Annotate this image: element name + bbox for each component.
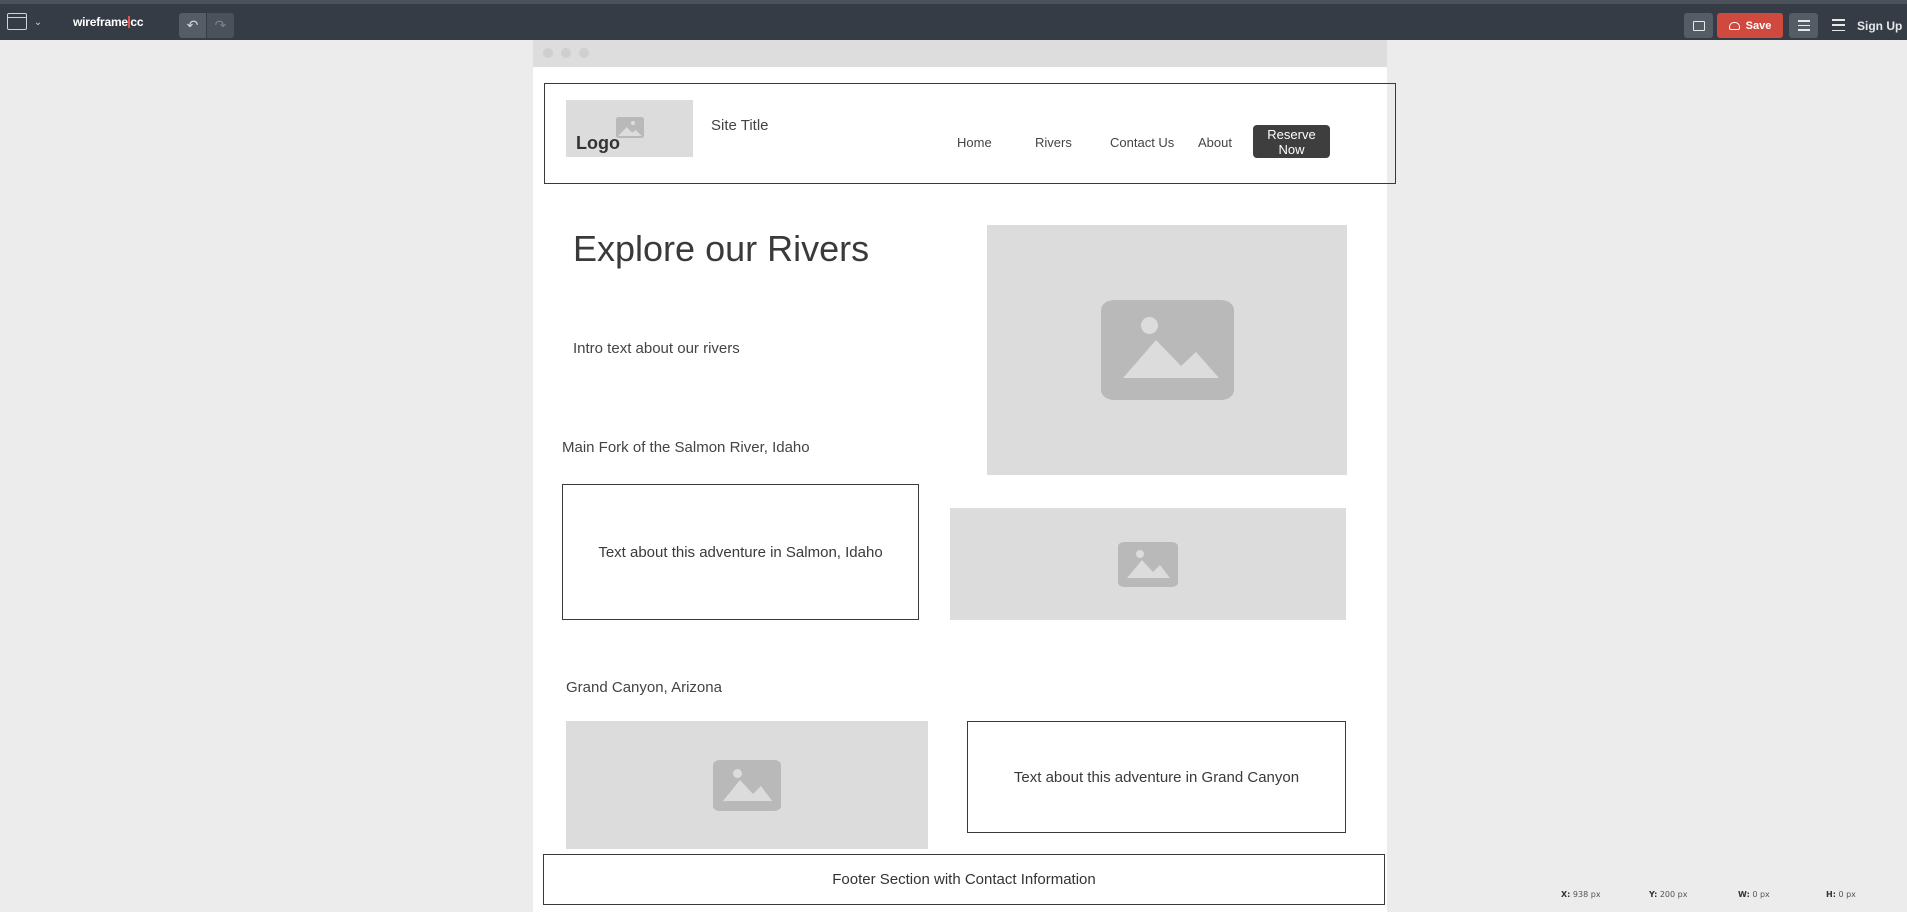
status-x: X: 938 px <box>1561 890 1601 899</box>
hero-image-placeholder[interactable] <box>987 225 1347 475</box>
status-h: H: 0 px <box>1826 890 1856 899</box>
top-toolbar: ⌄ wireframe cc ↶ ↷ Save Sign Up <box>0 0 1907 40</box>
image-placeholder-grand-canyon[interactable] <box>566 721 928 849</box>
cloud-upload-icon <box>1728 21 1740 30</box>
card-text-grand-canyon: Text about this adventure in Grand Canyo… <box>1013 768 1300 786</box>
nav-link-home[interactable]: Home <box>957 135 992 150</box>
reserve-now-button[interactable]: Reserve Now <box>1253 125 1330 158</box>
comment-button[interactable] <box>1684 13 1713 38</box>
section-title-grand-canyon[interactable]: Grand Canyon, Arizona <box>566 679 722 696</box>
undo-icon: ↶ <box>186 17 199 33</box>
window-dot <box>543 48 553 58</box>
browser-titlebar <box>533 40 1387 67</box>
hero-title[interactable]: Explore our Rivers <box>573 228 869 270</box>
image-icon <box>1118 541 1178 587</box>
status-y: Y: 200 px <box>1649 890 1688 899</box>
sign-up-link[interactable]: Sign Up <box>1857 19 1902 33</box>
hero-intro-text[interactable]: Intro text about our rivers <box>573 340 740 357</box>
card-text-salmon: Text about this adventure in Salmon, Ida… <box>598 543 883 561</box>
redo-button[interactable]: ↷ <box>207 13 234 38</box>
brand-logo: wireframe cc <box>73 15 144 29</box>
site-footer[interactable]: Footer Section with Contact Information <box>543 854 1385 905</box>
settings-button[interactable] <box>1789 13 1818 38</box>
text-card-salmon[interactable]: Text about this adventure in Salmon, Ida… <box>562 484 919 620</box>
window-dot <box>579 48 589 58</box>
nav-link-about[interactable]: About <box>1198 135 1232 150</box>
image-icon <box>1100 300 1234 400</box>
site-title: Site Title <box>711 117 769 134</box>
save-label: Save <box>1745 19 1772 32</box>
nav-link-rivers[interactable]: Rivers <box>1035 135 1072 150</box>
brand-left: wireframe <box>73 15 128 29</box>
window-dot <box>561 48 571 58</box>
image-icon <box>713 759 781 811</box>
redo-icon: ↷ <box>214 17 227 33</box>
reserve-now-label: Reserve Now <box>1267 126 1316 157</box>
window-icon[interactable] <box>7 13 27 30</box>
logo-label: Logo <box>576 133 620 153</box>
text-card-grand-canyon[interactable]: Text about this adventure in Grand Canyo… <box>967 721 1346 833</box>
footer-text: Footer Section with Contact Information <box>832 871 1096 888</box>
undo-button[interactable]: ↶ <box>179 13 206 38</box>
status-w: W: 0 px <box>1738 890 1770 899</box>
nav-link-contact[interactable]: Contact Us <box>1110 135 1174 150</box>
image-placeholder-salmon[interactable] <box>950 508 1346 620</box>
save-button[interactable]: Save <box>1717 13 1783 38</box>
chevron-down-icon[interactable]: ⌄ <box>32 16 44 28</box>
hamburger-menu-icon[interactable] <box>1832 19 1845 31</box>
section-title-salmon[interactable]: Main Fork of the Salmon River, Idaho <box>562 439 810 456</box>
brand-right: cc <box>130 15 144 29</box>
comment-icon <box>1692 20 1705 31</box>
